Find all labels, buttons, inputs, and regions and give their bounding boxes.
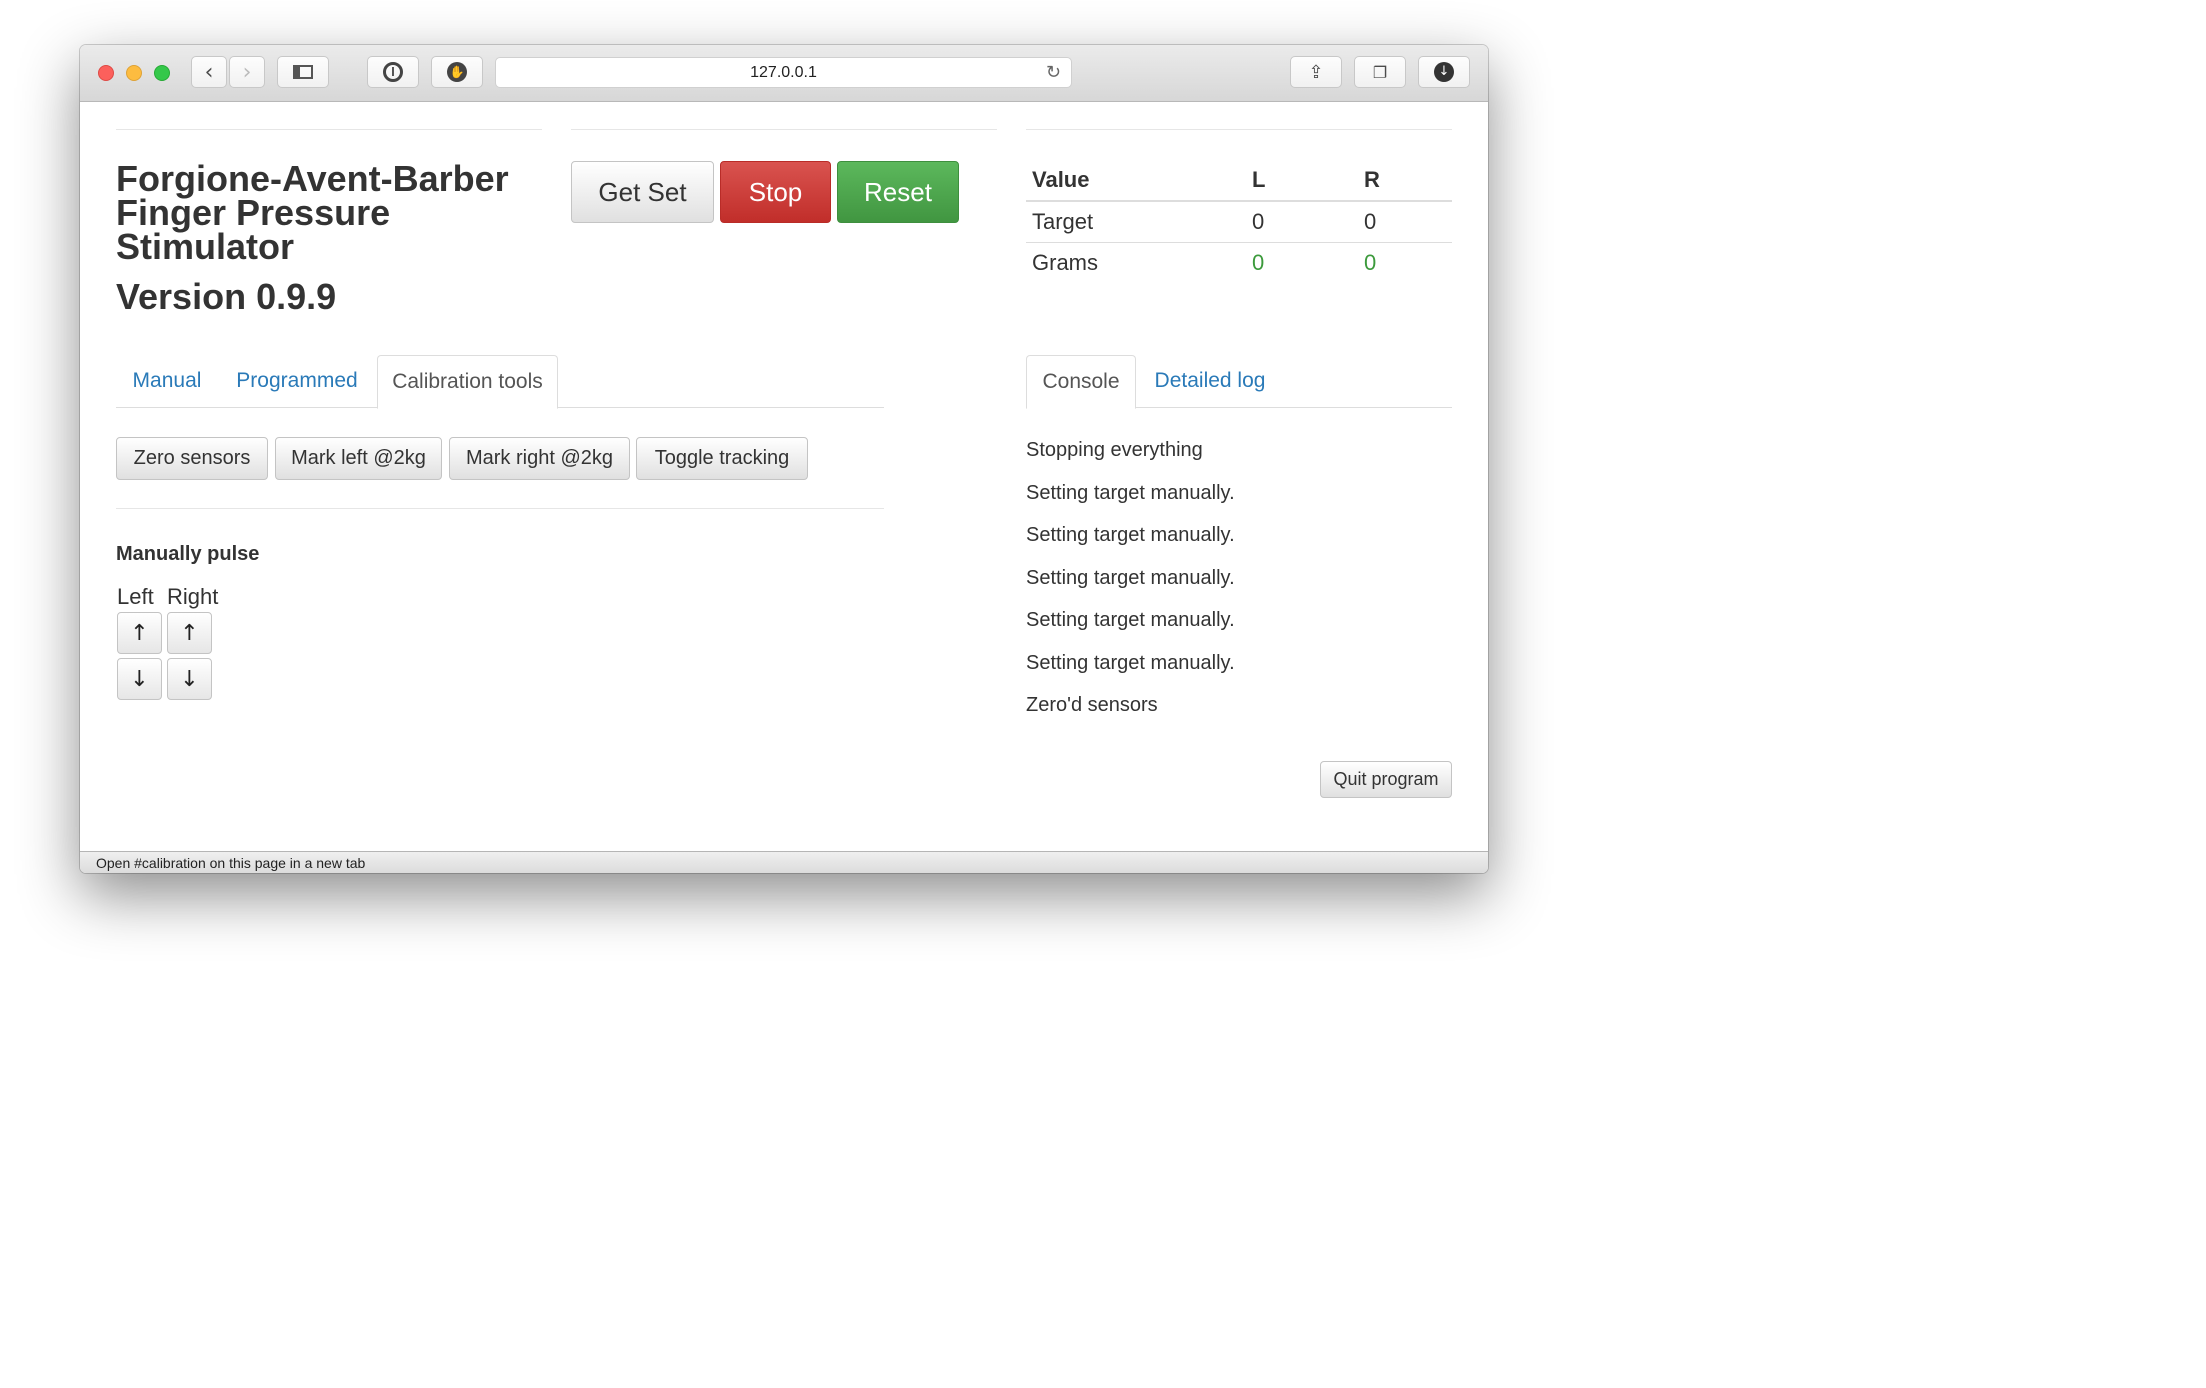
- share-button[interactable]: ⇪: [1290, 56, 1342, 88]
- minimize-window-button[interactable]: [126, 65, 142, 81]
- console-line: Stopping everything: [1026, 439, 1203, 461]
- log-tabs: Console Detailed log: [1026, 355, 1452, 409]
- download-icon: ↓: [1434, 62, 1454, 82]
- grams-right-value: 0: [1364, 250, 1377, 275]
- table-row: Grams 0 0: [1026, 243, 1452, 284]
- zoom-window-button[interactable]: [154, 65, 170, 81]
- chevron-right-icon: ›: [242, 59, 252, 85]
- mark-right-button[interactable]: Mark right @2kg: [449, 437, 630, 480]
- zero-sensors-button[interactable]: Zero sensors: [116, 437, 268, 480]
- target-left-value: 0: [1246, 201, 1358, 243]
- manual-pulse-heading: Manually pulse: [116, 543, 260, 565]
- arrow-down-icon: ↓: [130, 666, 149, 692]
- tab-programmed[interactable]: Programmed: [222, 355, 372, 407]
- downloads-button[interactable]: ↓: [1418, 56, 1470, 88]
- divider: [571, 129, 997, 130]
- grams-left-value: 0: [1252, 250, 1265, 275]
- tabs-icon: ❐: [1372, 62, 1388, 82]
- get-set-button[interactable]: Get Set: [571, 161, 714, 223]
- arrow-up-icon: ↑: [130, 620, 149, 646]
- target-right-value: 0: [1358, 201, 1452, 243]
- console-line: Setting target manually.: [1026, 609, 1235, 631]
- left-label: Left: [117, 584, 154, 609]
- console-line: Setting target manually.: [1026, 567, 1235, 589]
- status-bar: Open #calibration on this page in a new …: [80, 851, 1488, 873]
- sidebar-icon: [293, 65, 313, 79]
- stop-button[interactable]: Stop: [720, 161, 831, 223]
- right-down-button[interactable]: ↓: [167, 658, 212, 700]
- divider: [116, 129, 542, 130]
- table-row: Target 0 0: [1026, 201, 1452, 243]
- back-button[interactable]: ‹: [191, 56, 227, 88]
- values-table: Value L R Target 0 0 Grams 0 0: [1026, 160, 1452, 283]
- console-line: Zero'd sensors: [1026, 694, 1158, 716]
- right-label: Right: [167, 584, 219, 609]
- arrow-down-icon: ↓: [180, 666, 199, 692]
- console-line: Setting target manually.: [1026, 482, 1235, 504]
- forward-button[interactable]: ›: [229, 56, 265, 88]
- arrow-up-icon: ↑: [180, 620, 199, 646]
- mark-left-button[interactable]: Mark left @2kg: [275, 437, 442, 480]
- column-header: Value: [1026, 160, 1246, 202]
- tab-console[interactable]: Console: [1026, 355, 1136, 409]
- version-label: Version 0.9.9: [116, 276, 337, 317]
- share-icon: ⇪: [1308, 61, 1324, 83]
- tab-calibration-tools[interactable]: Calibration tools: [377, 355, 558, 409]
- mode-tabs: Manual Programmed Calibration tools: [116, 355, 884, 409]
- close-window-button[interactable]: [98, 65, 114, 81]
- reload-icon[interactable]: ↻: [1046, 62, 1061, 83]
- console-line: Setting target manually.: [1026, 652, 1235, 674]
- left-up-button[interactable]: ↑: [117, 612, 162, 654]
- right-up-button[interactable]: ↑: [167, 612, 212, 654]
- chevron-left-icon: ‹: [204, 59, 214, 85]
- page-title: Forgione-Avent-Barber Finger Pressure St…: [116, 158, 509, 267]
- password-extension-button[interactable]: ǀ: [367, 56, 419, 88]
- reset-button[interactable]: Reset: [837, 161, 959, 223]
- quit-program-button[interactable]: Quit program: [1320, 761, 1452, 798]
- hand-stop-icon: ✋: [447, 62, 467, 82]
- status-text: Open #calibration on this page in a new …: [96, 855, 366, 871]
- adblock-extension-button[interactable]: ✋: [431, 56, 483, 88]
- left-down-button[interactable]: ↓: [117, 658, 162, 700]
- column-header: L: [1246, 160, 1358, 202]
- tab-manual[interactable]: Manual: [116, 355, 218, 407]
- row-label: Grams: [1032, 250, 1098, 275]
- divider: [116, 508, 884, 509]
- tabs-overview-button[interactable]: ❐: [1354, 56, 1406, 88]
- column-header: R: [1358, 160, 1452, 202]
- sidebar-button[interactable]: [277, 56, 329, 88]
- password-manager-icon: ǀ: [383, 62, 403, 82]
- divider: [1026, 129, 1452, 130]
- toggle-tracking-button[interactable]: Toggle tracking: [636, 437, 808, 480]
- browser-toolbar: ‹ › ǀ ✋ 127.0.0.1 ↻ ⇪ ❐ ↓: [80, 45, 1488, 102]
- address-bar[interactable]: 127.0.0.1 ↻: [495, 57, 1072, 88]
- tab-detailed-log[interactable]: Detailed log: [1140, 355, 1280, 407]
- table-header-row: Value L R: [1026, 160, 1452, 202]
- url-text: 127.0.0.1: [750, 63, 817, 81]
- row-label: Target: [1026, 201, 1246, 243]
- console-line: Setting target manually.: [1026, 524, 1235, 546]
